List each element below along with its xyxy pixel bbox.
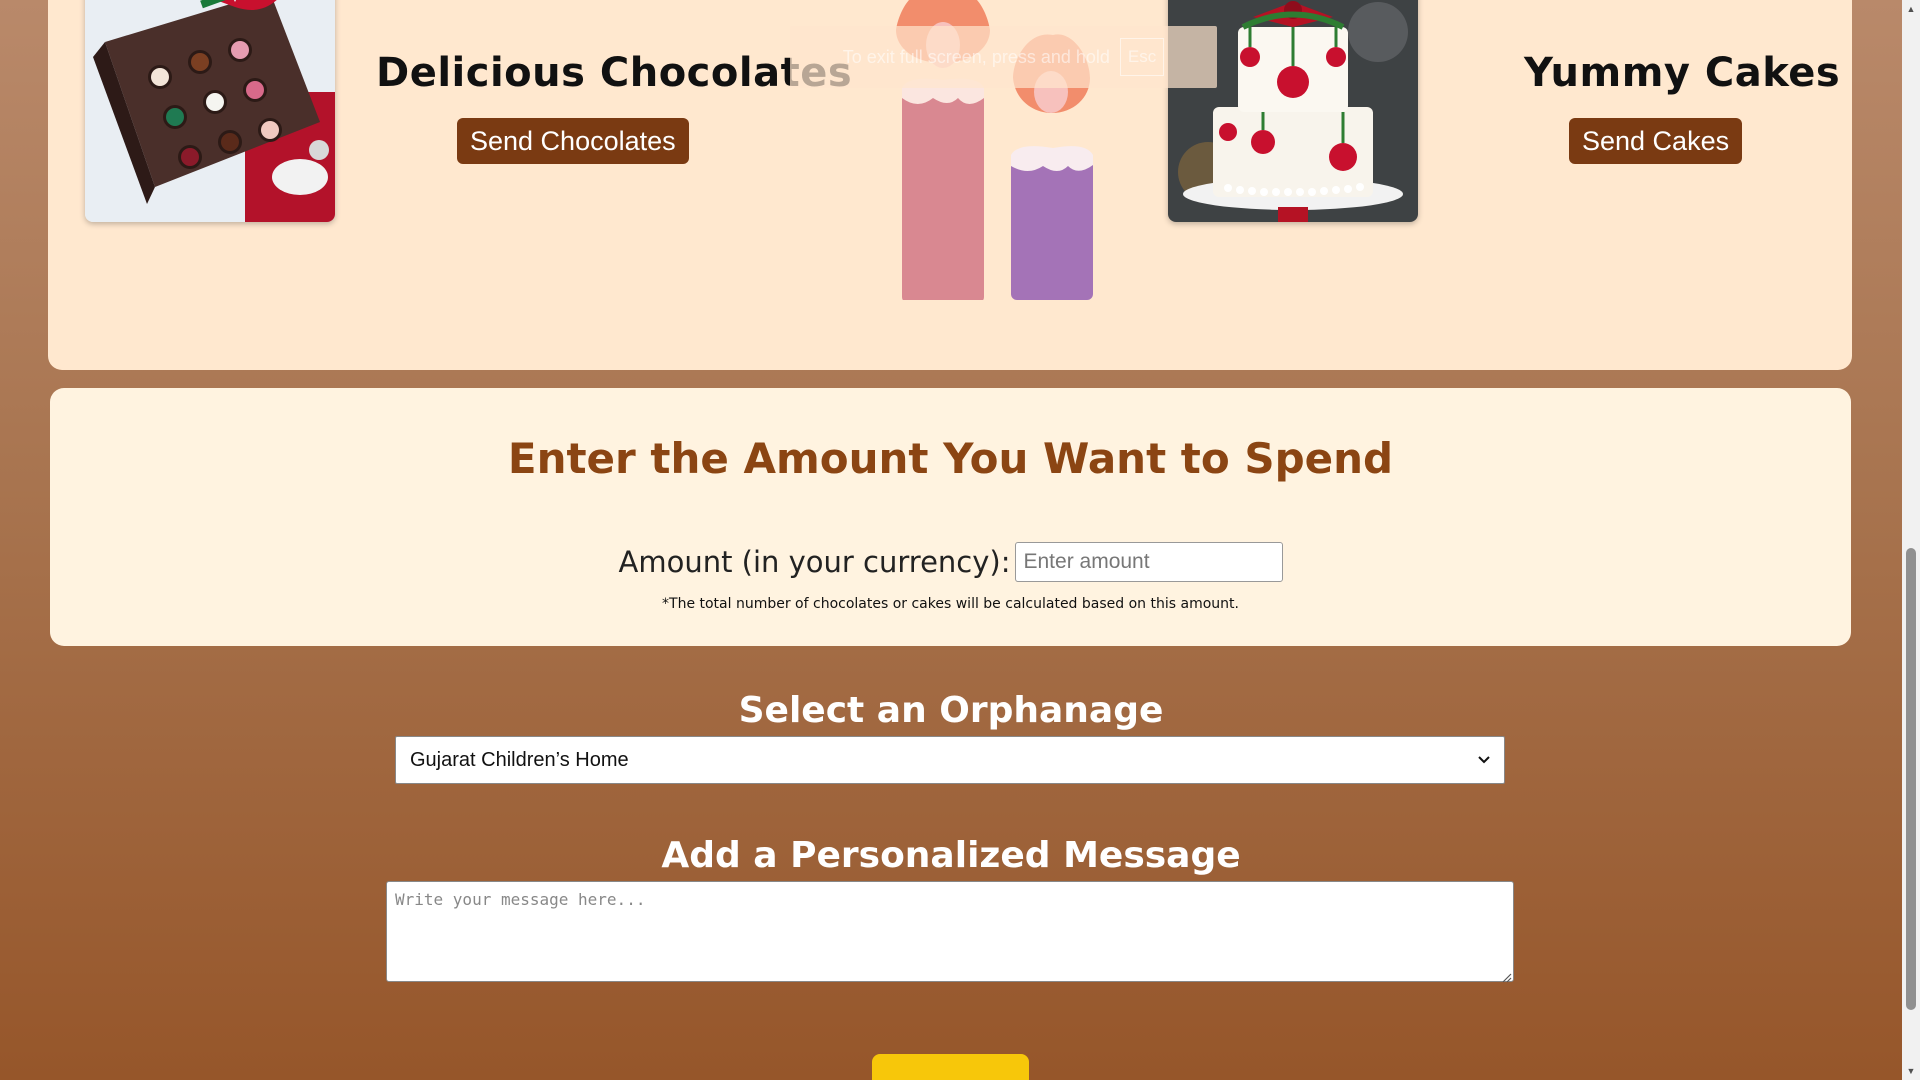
message-textarea[interactable] [386,881,1514,982]
amount-input[interactable] [1014,542,1283,582]
esc-key-hint: Esc [1119,38,1165,76]
cakes-title: Yummy Cakes [1524,50,1841,96]
fullscreen-exit-text: To exit full screen, press and hold [842,46,1110,67]
scroll-up-arrow-icon[interactable]: ▲ [1902,0,1920,18]
scroll-down-arrow-icon[interactable]: ▼ [1902,1062,1920,1080]
products-card: Delicious Chocolates Send Chocolates Yum… [48,0,1852,370]
orphanage-selected-value: Gujarat Children’s Home [410,748,629,771]
amount-row: Amount (in your currency): [50,542,1851,582]
message-heading: Add a Personalized Message [661,835,1241,876]
amount-note: *The total number of chocolates or cakes… [662,596,1239,612]
page-viewport: Delicious Chocolates Send Chocolates Yum… [0,0,1902,1080]
orphanage-select[interactable]: Gujarat Children’s Home [395,736,1505,784]
amount-card: Enter the Amount You Want to Spend Amoun… [50,388,1851,646]
chocolates-title: Delicious Chocolates [376,50,853,96]
submit-button[interactable] [872,1054,1029,1080]
vertical-scrollbar[interactable]: ▲ ▼ [1902,0,1920,1080]
amount-label: Amount (in your currency): [618,545,1011,579]
resize-grip-icon[interactable] [1502,970,1512,988]
orphanage-heading: Select an Orphanage [738,690,1164,731]
chevron-down-icon [1478,751,1490,769]
scrollbar-thumb[interactable] [1906,548,1916,1010]
send-cakes-button[interactable]: Send Cakes [1569,118,1743,164]
send-chocolates-button[interactable]: Send Chocolates [457,118,689,164]
fullscreen-exit-toast: To exit full screen, press and hold Esc [790,26,1217,88]
chocolates-image [85,0,335,222]
amount-heading: Enter the Amount You Want to Spend [507,434,1394,483]
